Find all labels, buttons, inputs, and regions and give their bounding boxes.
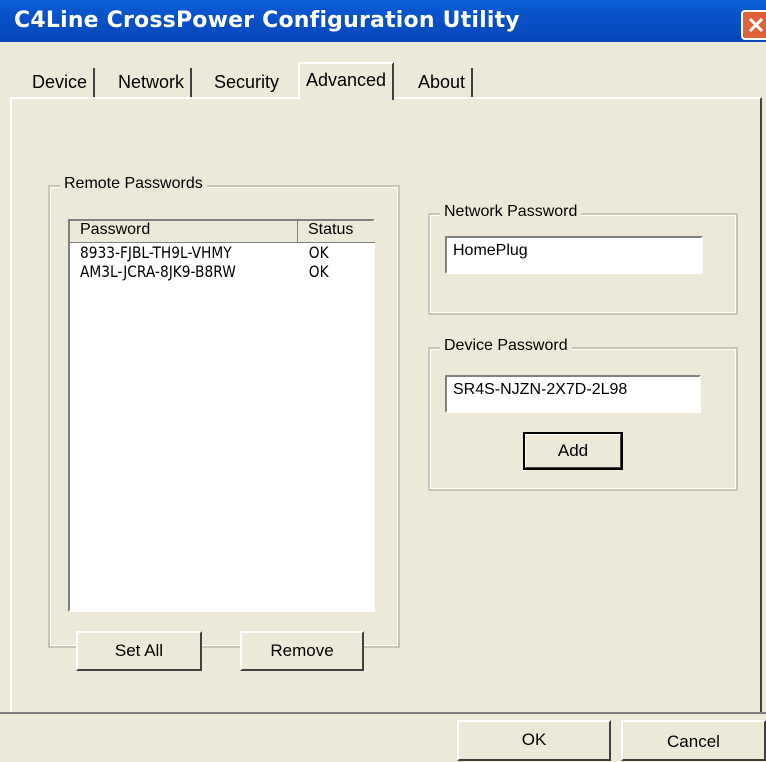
tab-advanced[interactable]: Advanced [298, 62, 395, 100]
password-cell: AM3L-JCRA-8JK9-B8RW [80, 262, 236, 281]
password-cell: 8933-FJBL-TH9L-VHMY [80, 243, 232, 262]
window-title: C4Line CrossPower Configuration Utility [14, 8, 520, 33]
column-header-status[interactable]: Status [298, 221, 375, 243]
device-password-field[interactable]: SR4S-NJZN-2X7D-2L98 [445, 375, 701, 413]
close-button[interactable] [741, 10, 766, 40]
remove-button[interactable]: Remove [240, 631, 364, 671]
device-password-legend: Device Password [440, 337, 572, 355]
device-password-group: Device Password [428, 337, 738, 491]
list-item[interactable]: AM3L-JCRA-8JK9-B8RW OK [80, 262, 329, 281]
close-icon [748, 17, 764, 33]
column-header-password[interactable]: Password [70, 221, 298, 243]
remote-passwords-legend: Remote Passwords [60, 175, 207, 193]
tab-security[interactable]: Security [208, 68, 285, 98]
title-bar: C4Line CrossPower Configuration Utility [0, 0, 766, 42]
tab-label: Device [32, 72, 88, 92]
tab-label: Security [214, 72, 280, 92]
status-cell: OK [308, 262, 329, 281]
list-item[interactable]: 8933-FJBL-TH9L-VHMY OK [80, 243, 329, 262]
cancel-button[interactable]: Cancel [621, 720, 766, 761]
set-all-button[interactable]: Set All [76, 631, 202, 671]
tab-device[interactable]: Device [26, 68, 96, 98]
network-password-legend: Network Password [440, 203, 582, 221]
remote-passwords-list[interactable]: Password Status 8933-FJBL-TH9L-VHMY OK A… [68, 219, 375, 612]
tab-label: Advanced [306, 70, 387, 90]
network-password-field[interactable]: HomePlug [445, 236, 703, 274]
ok-button[interactable]: OK [457, 720, 611, 761]
status-cell: OK [308, 243, 329, 262]
tab-label: Network [118, 72, 185, 92]
add-button[interactable]: Add [523, 432, 623, 470]
tab-network[interactable]: Network [112, 68, 193, 98]
dialog-body: Device Network Security Advanced About R… [0, 42, 766, 761]
tab-label: About [418, 72, 466, 92]
tab-about[interactable]: About [412, 68, 474, 98]
